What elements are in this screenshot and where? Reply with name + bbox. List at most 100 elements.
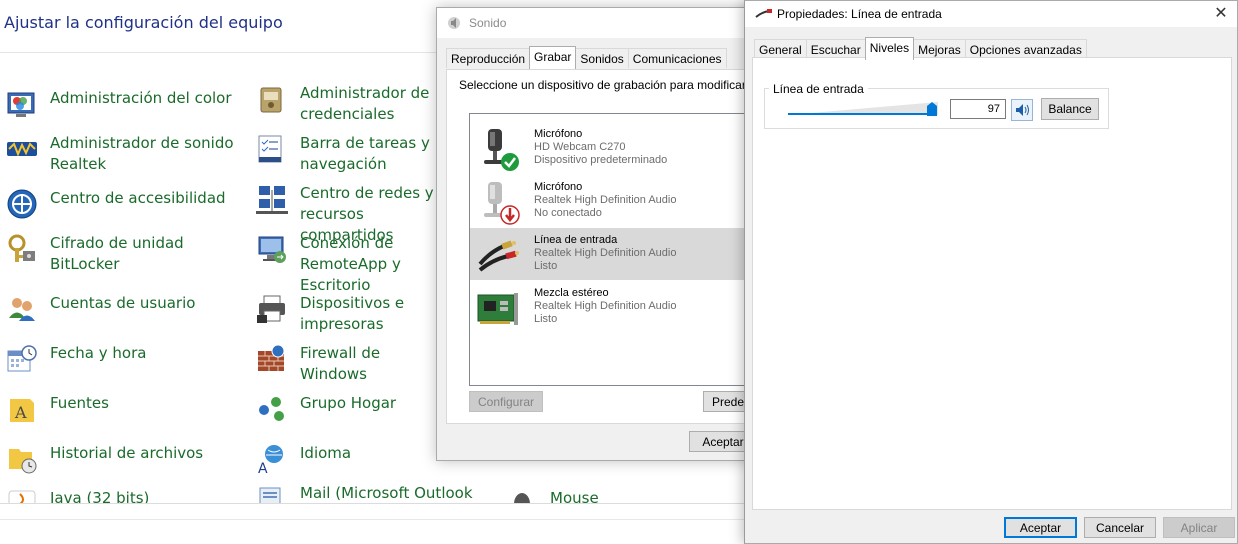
properties-dialog: Propiedades: Línea de entrada ✕ General … [744,0,1238,544]
properties-title: Propiedades: Línea de entrada [777,7,942,21]
cp-item-credential-manager[interactable]: Administrador de credenciales [256,83,436,125]
cp-item-label: Conexión de RemoteApp y Escritorio [300,234,401,294]
tab-reproduccion[interactable]: Reproducción [446,48,531,68]
cp-item-label: Administrador de sonido Realtek [50,134,234,173]
cp-item-user-accounts[interactable]: Cuentas de usuario [6,293,246,325]
cp-item-label: Dispositivos e impresoras [300,294,405,333]
balance-button[interactable]: Balance [1041,98,1099,120]
color-management-icon [6,88,38,120]
list-item[interactable]: Micrófono HD Webcam C270 Dispositivo pre… [470,122,758,174]
svg-text:A: A [14,403,27,422]
cp-item-color-management[interactable]: Administración del color [6,88,246,120]
cp-item-homegroup[interactable]: Grupo Hogar [256,393,436,425]
microphone-default-icon [476,128,520,172]
cp-item-firewall[interactable]: Firewall de Windows [256,343,436,385]
tab-opciones-avanzadas[interactable]: Opciones avanzadas [964,39,1087,59]
tab-mejoras[interactable]: Mejoras [913,39,966,59]
language-icon: A [256,443,288,477]
devices-printers-icon [256,293,288,325]
device-driver: Realtek High Definition Audio [534,247,677,259]
firewall-icon [256,343,288,375]
device-name: Micrófono [534,128,583,140]
cp-item-label: Cuentas de usuario [50,294,196,312]
volume-slider[interactable] [788,102,938,116]
properties-titlebar[interactable]: Propiedades: Línea de entrada [745,1,1237,27]
recording-device-list[interactable]: Micrófono HD Webcam C270 Dispositivo pre… [469,113,759,386]
list-item[interactable]: Línea de entrada Realtek High Definition… [470,228,758,280]
cp-item-date-time[interactable]: Fecha y hora [6,343,246,375]
close-icon[interactable]: ✕ [1211,4,1231,24]
sound-card-icon [476,287,520,331]
accept-button[interactable]: Aceptar [1004,517,1077,538]
device-name: Micrófono [534,181,583,193]
cp-item-file-history[interactable]: Historial de archivos [6,443,246,475]
cp-item-label: Administración del color [50,89,232,107]
fonts-icon: A [6,393,38,425]
cp-item-label: Centro de accesibilidad [50,189,226,207]
user-accounts-icon [6,293,38,325]
cp-item-label: Grupo Hogar [300,394,397,412]
cancel-button[interactable]: Cancelar [1084,517,1156,538]
cp-item-language[interactable]: A Idioma [256,443,436,477]
cp-item-label: Historial de archivos [50,444,204,462]
device-status: No conectado [534,207,602,219]
device-name: Mezcla estéreo [534,287,609,299]
device-status: Listo [534,260,558,272]
microphone-disconnected-icon [476,181,520,225]
cp-item-label: Firewall de Windows [300,344,381,383]
device-name: Línea de entrada [534,234,618,246]
cp-item-accessibility[interactable]: Centro de accesibilidad [6,188,246,220]
taskbar-icon [256,133,288,165]
control-panel-title: Ajustar la configuración del equipo [4,13,283,32]
cp-item-realtek-sound[interactable]: Administrador de sonido Realtek [6,133,246,175]
cp-item-label: Mail (Microsoft Outlook [300,484,473,502]
cp-item-devices-printers[interactable]: Dispositivos e impresoras [256,293,436,335]
cp-item-bitlocker[interactable]: Cifrado de unidad BitLocker [6,233,246,275]
cp-item-label: Fuentes [50,394,109,412]
list-item[interactable]: Mezcla estéreo Realtek High Definition A… [470,281,758,333]
speaker-icon [447,16,461,30]
network-center-icon [256,183,288,215]
configure-button[interactable]: Configurar [469,391,543,412]
device-status: Dispositivo predeterminado [534,154,668,166]
cp-item-label: Fecha y hora [50,344,147,362]
level-group-label: Línea de entrada [769,82,868,96]
file-history-icon [6,443,38,475]
divider [0,52,440,53]
tab-grabar[interactable]: Grabar [529,46,577,69]
sound-dialog-title: Sonido [469,16,507,30]
tab-comunicaciones[interactable]: Comunicaciones [627,48,727,68]
tab-escuchar[interactable]: Escuchar [805,39,866,59]
cp-item-remote-desktop[interactable]: Conexión de RemoteApp y Escritorio [256,233,436,296]
list-item[interactable]: Micrófono Realtek High Definition Audio … [470,175,758,227]
sound-dialog: Sonido Reproducción Grabar Sonidos Comun… [436,7,759,461]
homegroup-icon [256,393,288,425]
apply-button[interactable]: Aplicar [1163,517,1235,538]
sound-dialog-titlebar[interactable]: Sonido [437,8,755,38]
cp-item-taskbar[interactable]: Barra de tareas y navegación [256,133,436,175]
accessibility-icon [6,188,38,220]
device-status: Listo [534,313,558,325]
mute-toggle-speaker-icon[interactable] [1011,99,1033,121]
line-in-cable-icon [476,234,520,278]
credential-manager-icon [256,83,288,115]
cp-item-fonts[interactable]: A Fuentes [6,393,246,425]
tab-niveles[interactable]: Niveles [864,37,915,60]
tab-general[interactable]: General [754,39,807,59]
date-time-icon [6,343,38,375]
level-value-input[interactable]: 97 [950,99,1006,119]
cp-item-label: Barra de tareas y navegación [300,134,430,173]
svg-text:A: A [258,461,268,475]
cp-item-label: Cifrado de unidad BitLocker [50,234,184,273]
sound-tabs: Reproducción Grabar Sonidos Comunicacion… [446,46,727,69]
tab-sonidos[interactable]: Sonidos [575,48,629,68]
instruction-text: Seleccione un dispositivo de grabación p… [459,78,746,92]
bitlocker-icon [6,233,38,265]
desktop: Ajustar la configuración del equipo Admi… [0,0,1238,544]
device-driver: Realtek High Definition Audio [534,194,677,206]
device-driver: Realtek High Definition Audio [534,300,677,312]
line-in-small-icon [755,7,772,21]
cp-item-label: Idioma [300,444,352,462]
cp-item-label: Administrador de credenciales [300,84,430,123]
remote-desktop-icon [256,233,288,265]
